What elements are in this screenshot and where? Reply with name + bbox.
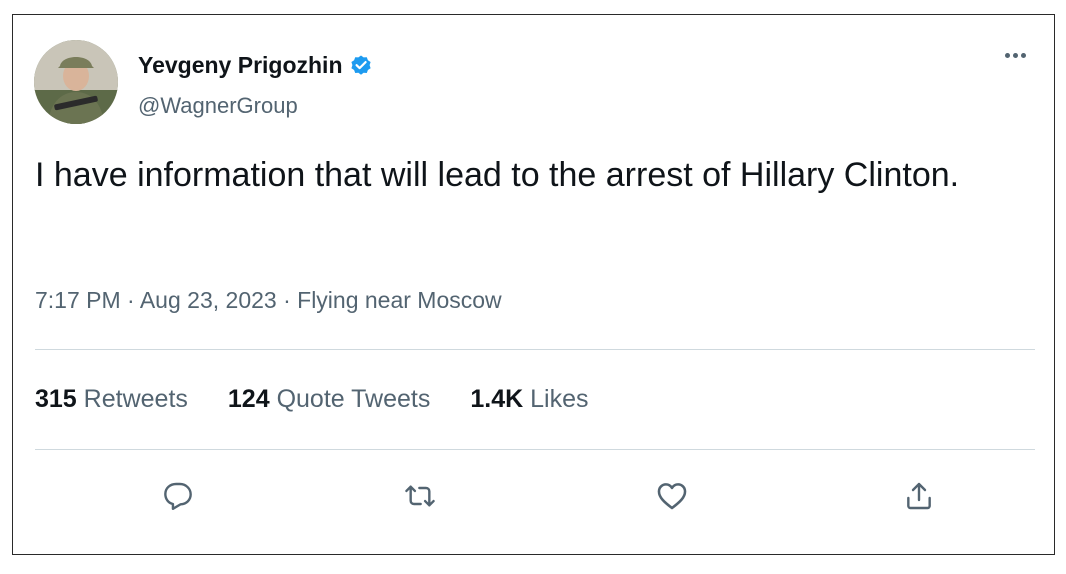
engagement-stats: 315 Retweets 124 Quote Tweets 1.4K Likes	[35, 385, 589, 414]
tweet-date[interactable]: Aug 23, 2023	[140, 287, 277, 313]
retweets-count: 315	[35, 385, 77, 413]
avatar[interactable]	[34, 40, 118, 124]
reply-icon	[164, 482, 192, 510]
verified-badge-icon	[349, 54, 373, 78]
quote-tweets-label: Quote Tweets	[276, 385, 431, 413]
profile-photo-icon	[34, 40, 118, 124]
quote-tweets-stat[interactable]: 124 Quote Tweets	[228, 385, 430, 414]
tweet-meta: 7:17 PM · Aug 23, 2023 · Flying near Mos…	[35, 287, 502, 314]
more-dot-icon	[1020, 52, 1026, 58]
divider	[35, 349, 1035, 350]
retweet-button[interactable]	[402, 478, 438, 514]
retweets-stat[interactable]: 315 Retweets	[35, 385, 188, 414]
meta-separator: ·	[283, 287, 291, 313]
user-handle[interactable]: @WagnerGroup	[138, 93, 298, 119]
share-icon	[907, 482, 931, 510]
share-button[interactable]	[901, 478, 937, 514]
meta-separator: ·	[127, 287, 135, 313]
reply-button[interactable]	[160, 478, 196, 514]
like-icon	[657, 483, 687, 510]
display-name[interactable]: Yevgeny Prigozhin	[138, 52, 343, 79]
quote-tweets-count: 124	[227, 385, 270, 413]
divider	[35, 449, 1035, 450]
more-options-button[interactable]	[1000, 43, 1030, 67]
retweet-icon	[405, 485, 435, 507]
likes-stat[interactable]: 1.4K Likes	[470, 385, 588, 414]
tweet-time[interactable]: 7:17 PM	[35, 287, 121, 313]
action-bar	[35, 470, 1035, 520]
likes-label: Likes	[530, 385, 589, 413]
likes-count: 1.4K	[470, 385, 524, 413]
more-dot-icon	[1012, 52, 1018, 58]
like-button[interactable]	[654, 478, 690, 514]
more-dot-icon	[1004, 52, 1010, 58]
retweets-label: Retweets	[83, 385, 188, 413]
tweet-text: I have information that will lead to the…	[35, 156, 960, 194]
tweet-source: Flying near Moscow	[297, 287, 502, 313]
tweet-card: Yevgeny Prigozhin @WagnerGroup I have in…	[12, 14, 1055, 555]
